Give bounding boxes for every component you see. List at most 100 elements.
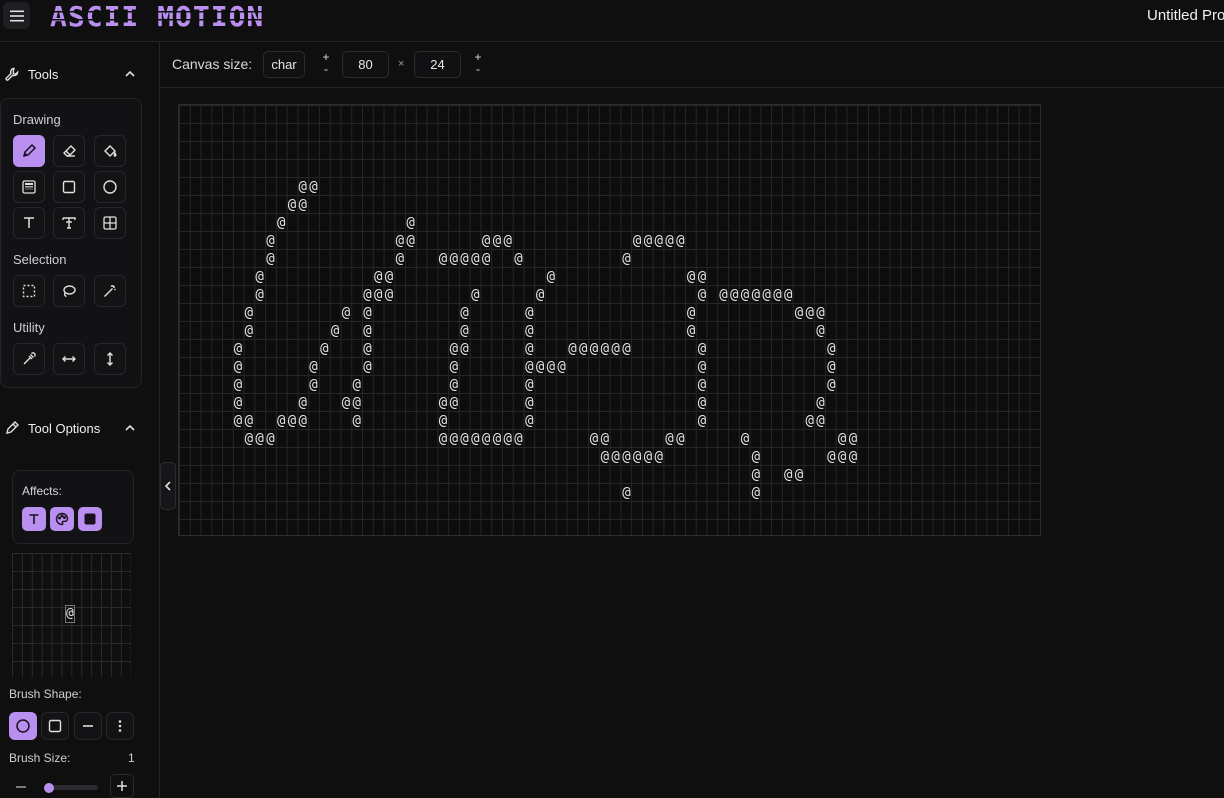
gradient-tool-button[interactable] [13,171,45,203]
canvas-width-input[interactable]: 80 [342,51,389,78]
rectangle-icon [62,180,76,194]
pencil-tool-button[interactable] [13,135,45,167]
ascii-canvas[interactable]: @@ @@ @ @ @ @@ @@@ @@@@@ @ @ @@@@@ @ @ @… [178,104,1041,536]
canvas-row: @ @ @@ @@ @ @ @ [180,395,825,411]
minus-icon [16,786,26,788]
pen-options-icon [4,420,20,439]
menu-button[interactable] [3,2,30,29]
rectangle-tool-button[interactable] [53,171,85,203]
canvas-size-bar: Canvas size: char + - 80 × 24 + - [160,42,1224,88]
top-bar: ASCII MOTION Untitled Pro [0,0,1224,42]
more-vertical-icon [118,720,122,732]
square-icon [84,513,96,525]
circle-icon [16,719,30,733]
canvas-row: @ @@ @ @@ [180,269,707,285]
tools-section-label: Tools [28,66,59,82]
canvas-row: @ @@ @@@ @@@@@ [180,233,685,249]
tools-section-header[interactable]: Tools [0,59,159,89]
eraser-tool-button[interactable] [53,135,85,167]
affects-background-toggle[interactable] [78,507,102,531]
hamburger-icon [9,10,24,21]
flip-horizontal-tool-button[interactable] [53,343,85,375]
grid-tool-button[interactable] [94,207,126,239]
eyedropper-icon [23,352,36,365]
brush-preview: @ [12,553,131,677]
brush-shape-label: Brush Shape: [9,687,82,701]
sidebar-collapse-button[interactable] [160,462,176,510]
affects-color-toggle[interactable] [50,507,74,531]
tools-panel: Drawing Selection Utility [0,98,142,388]
brush-shape-circle-button[interactable] [9,712,37,740]
canvas-height-input[interactable]: 24 [414,51,461,78]
width-decrease-button[interactable]: - [320,63,332,75]
times-symbol: × [398,58,405,70]
canvas-unit-select[interactable]: char [263,51,305,78]
text-icon [29,514,39,524]
grid-icon [103,216,117,230]
brush-shape-line-button[interactable] [74,712,102,740]
height-decrease-button[interactable]: - [472,63,484,75]
selection-group-label: Selection [13,252,67,267]
canvas-row: @ @ @@@@@ @ @ [180,251,631,267]
eyedropper-tool-button[interactable] [13,343,45,375]
line-icon [83,725,93,727]
flip-vertical-icon [107,352,113,366]
affects-panel: Affects: [12,470,134,544]
magic-wand-tool-button[interactable] [94,275,126,307]
canvas-row: @ @@@ @ @ @ @@@@@@@ [180,287,793,303]
canvas-row: @ @ [180,485,761,501]
canvas-row: @ @@ [180,467,804,483]
rect-select-icon [22,284,36,298]
canvas-row: @@ [180,179,318,195]
brush-size-decrease-button[interactable] [8,775,34,798]
brush-shape-more-button[interactable] [106,712,134,740]
brush-shape-square-button[interactable] [41,712,69,740]
brush-size-value: 1 [128,751,135,765]
canvas-row: @@@ @@@@@@@@ @@ @@ @ @@ [180,431,858,447]
brush-size-label: Brush Size: [9,751,71,765]
pencil-icon [22,143,37,158]
square-icon [48,719,62,733]
text-tool-button[interactable] [13,207,45,239]
brush-preview-char: @ [65,605,75,623]
ellipse-icon [103,180,117,194]
rect-select-tool-button[interactable] [13,275,45,307]
chevron-up-icon[interactable] [123,67,137,84]
document-title[interactable]: Untitled Pro [1147,7,1224,24]
canvas-row: @@ [180,197,308,213]
canvas-row: @ @ @ @@ @ @@@@@@ @ @ [180,341,836,357]
brush-size-slider-handle[interactable] [44,782,54,793]
affects-label: Affects: [22,484,62,498]
wrench-icon [4,66,20,85]
brush-size-increase-button[interactable] [110,774,134,798]
flip-horizontal-icon [62,356,76,362]
utility-group-label: Utility [13,320,45,335]
lasso-icon [63,285,76,298]
text-style-icon [62,217,76,229]
canvas-row: @@@@@@ @ @@@ [180,449,858,465]
plus-icon [117,781,127,791]
chevron-left-icon [164,481,171,491]
logo-text: ASCII MOTION [50,2,264,32]
tool-options-label: Tool Options [28,420,101,436]
affects-char-toggle[interactable] [22,507,46,531]
brush-size-slider[interactable] [44,782,98,793]
lasso-tool-button[interactable] [53,275,85,307]
canvas-row: @ @ @ @ @@@@ @ @ [180,359,836,375]
text-icon [24,217,34,228]
text-style-tool-button[interactable] [53,207,85,239]
paint-bucket-icon [104,145,117,157]
canvas-row: @ @ @ @ @ @ @ [180,323,825,339]
canvas-row: @ @ @ @ @ @ @@@ [180,305,825,321]
canvas-row: @ @ @ @ @ @ @ [180,377,836,393]
ascii-canvas-layer: @@ @@ @ @ @ @@ @@@ @@@@@ @ @ @@@@@ @ @ @… [180,179,858,501]
ellipse-tool-button[interactable] [94,171,126,203]
flip-vertical-tool-button[interactable] [94,343,126,375]
chevron-up-icon[interactable] [123,421,137,438]
sidebar: Tools Drawing Selection Utility Tool Opt… [0,42,160,798]
fill-tool-button[interactable] [94,135,126,167]
tool-options-section-header[interactable]: Tool Options [0,413,159,443]
app-logo: ASCII MOTION [46,0,276,37]
canvas-size-label: Canvas size: [172,56,253,72]
palette-icon [55,512,69,526]
